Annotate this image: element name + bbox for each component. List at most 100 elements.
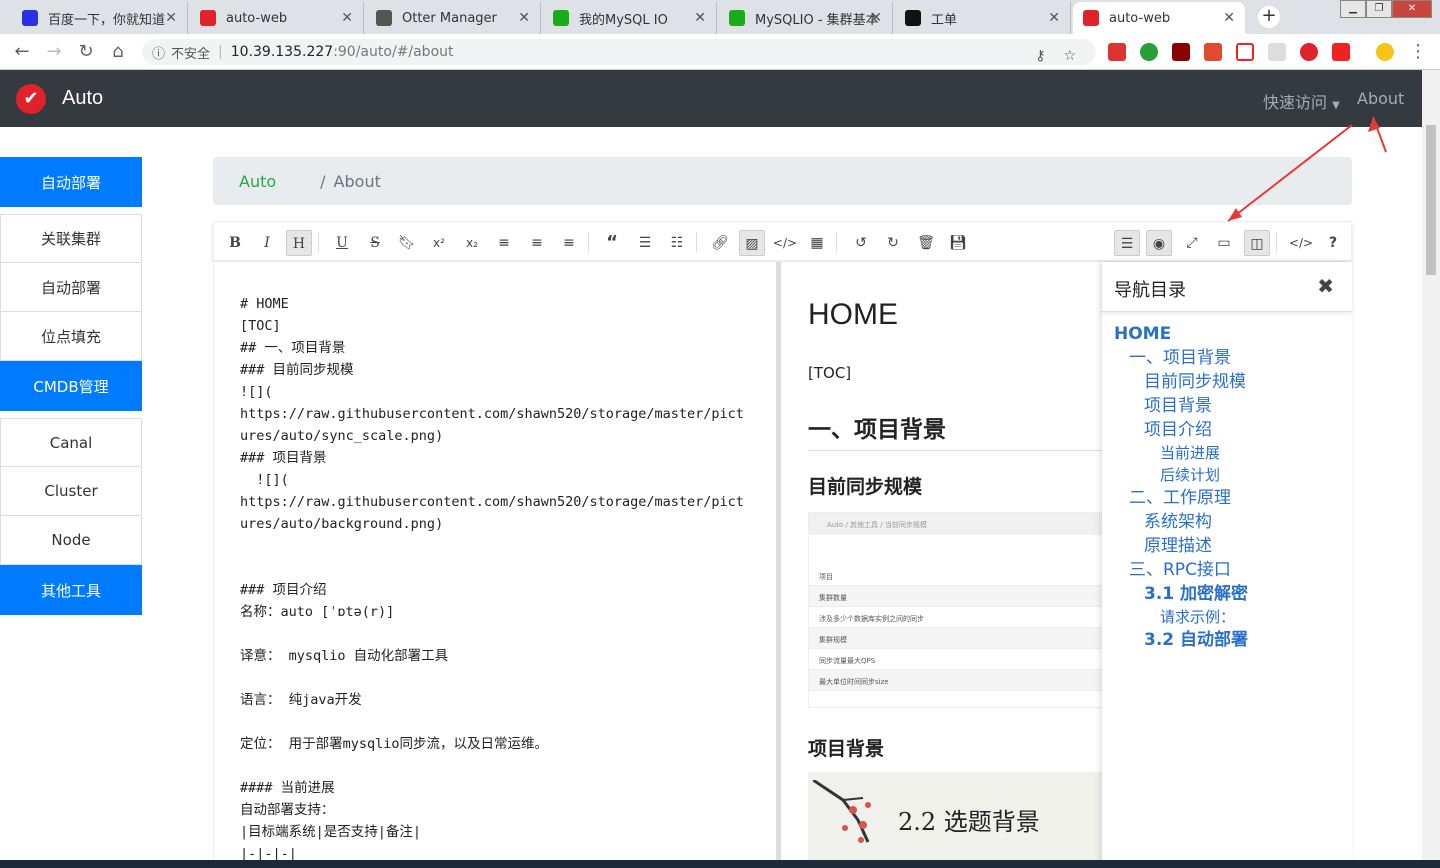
browser-tab[interactable]: Otter Manager ✕	[366, 2, 541, 34]
tab-close-icon[interactable]: ✕	[341, 10, 353, 26]
image-table-row: 最大单位时间同步size	[809, 670, 1102, 691]
sidebar-head-other-tools[interactable]: 其他工具	[0, 565, 142, 615]
heading-icon[interactable]: H	[286, 230, 312, 256]
image-icon[interactable]: ▨	[739, 230, 765, 256]
toc-item[interactable]: 后续计划	[1102, 464, 1352, 486]
toc-item[interactable]: 3.2 自动部署	[1102, 628, 1352, 652]
toc-item[interactable]: 目前同步规模	[1102, 370, 1352, 394]
toc-item[interactable]: 项目介绍	[1102, 418, 1352, 442]
toc-item[interactable]: HOME	[1102, 322, 1352, 346]
new-tab-icon[interactable]: +	[1258, 6, 1280, 28]
browser-tab[interactable]: auto-web ✕	[1073, 2, 1245, 34]
html-code-icon[interactable]: </>	[1288, 230, 1314, 256]
ublock-icon[interactable]	[1172, 43, 1190, 61]
quote-icon[interactable]: “	[599, 230, 625, 256]
align-left-icon[interactable]: ≡	[491, 230, 517, 256]
subfield-icon[interactable]: ◫	[1244, 230, 1270, 256]
tab-close-icon[interactable]: ✕	[518, 10, 530, 26]
tab-title: 我的MySQL IO	[579, 12, 668, 28]
weibo-icon[interactable]	[1236, 43, 1254, 61]
browser-tab[interactable]: 工单 ✕	[895, 2, 1071, 34]
page-scrollbar[interactable]	[1422, 70, 1440, 860]
extension-icon[interactable]	[1108, 43, 1126, 61]
home-icon[interactable]: ⌂	[108, 42, 128, 62]
info-icon[interactable]: ⓘ	[152, 43, 165, 62]
minimize-icon[interactable]: ▁	[1340, 0, 1366, 18]
sidebar-item-cluster[interactable]: Cluster	[0, 467, 142, 516]
browser-tab[interactable]: MySQLIO - 集群基本 ✕	[719, 2, 893, 34]
ordered-list-icon[interactable]: ☰	[632, 230, 658, 256]
breadcrumb-root-link[interactable]: Auto	[239, 172, 276, 191]
toc-item[interactable]: 当前进展	[1102, 442, 1352, 464]
subscript-icon[interactable]: x₂	[459, 230, 485, 256]
auto-logo-icon[interactable]: ✔	[16, 84, 46, 114]
strikethrough-icon[interactable]: S	[362, 230, 388, 256]
tab-close-icon[interactable]: ✕	[1048, 10, 1060, 26]
back-icon[interactable]: ←	[12, 42, 32, 62]
sidebar-item-node[interactable]: Node	[0, 516, 142, 565]
close-window-icon[interactable]: ✕	[1392, 0, 1432, 18]
underline-icon[interactable]: U	[329, 230, 355, 256]
reload-icon[interactable]: ↻	[76, 42, 96, 62]
undo-icon[interactable]: ↺	[848, 230, 874, 256]
menu-dots-icon[interactable]: ⋮	[1408, 42, 1428, 62]
align-center-icon[interactable]: ≡	[524, 230, 550, 256]
sidebar-head-cmdb[interactable]: CMDB管理	[0, 361, 142, 411]
scrollbar-thumb[interactable]	[1426, 125, 1436, 275]
tab-close-icon[interactable]: ✕	[870, 10, 882, 26]
close-icon[interactable]: ✖	[1317, 274, 1334, 298]
toc-item[interactable]: 3.1 加密解密	[1102, 582, 1352, 606]
superscript-icon[interactable]: x²	[426, 230, 452, 256]
toc-item[interactable]: 项目背景	[1102, 394, 1352, 418]
trash-icon[interactable]: 🗑︎	[913, 230, 939, 256]
tab-close-icon[interactable]: ✕	[694, 10, 706, 26]
sidebar-head-deploy[interactable]: 自动部署	[0, 157, 142, 207]
avatar[interactable]	[1376, 43, 1394, 61]
save-icon[interactable]: 💾︎	[945, 230, 971, 256]
restore-icon[interactable]: ❐	[1366, 0, 1392, 18]
reader-icon[interactable]	[1204, 43, 1222, 61]
about-link[interactable]: About	[1357, 89, 1404, 108]
code-icon[interactable]: </>	[772, 230, 798, 256]
quick-access-dropdown[interactable]: 快速访问 ▼	[1263, 89, 1340, 113]
sidebar-item-canal[interactable]: Canal	[0, 418, 142, 467]
toc-item[interactable]: 三、RPC接口	[1102, 558, 1352, 582]
browser-tab[interactable]: 百度一下，你就知道 ✕	[12, 2, 188, 34]
link-icon[interactable]: 🔗︎	[707, 230, 733, 256]
preview-eye-icon[interactable]: ◉	[1146, 230, 1172, 256]
brand-title[interactable]: Auto	[62, 87, 103, 110]
italic-icon[interactable]: I	[254, 230, 280, 256]
redo-icon[interactable]: ↻	[880, 230, 906, 256]
bookmark-icon[interactable]: 🔖︎	[394, 230, 420, 256]
evernote-icon[interactable]	[1140, 43, 1158, 61]
key-icon[interactable]: ⚷	[1035, 48, 1045, 64]
tab-close-icon[interactable]: ✕	[165, 10, 177, 26]
toc-item[interactable]: 系统架构	[1102, 510, 1352, 534]
bold-icon[interactable]: B	[222, 230, 248, 256]
browser-tab[interactable]: 我的MySQL IO ✕	[543, 2, 717, 34]
toc-item[interactable]: 原理描述	[1102, 534, 1352, 558]
align-right-icon[interactable]: ≡	[556, 230, 582, 256]
toc-item[interactable]: 一、项目背景	[1102, 346, 1352, 370]
help-icon[interactable]: ?	[1320, 230, 1346, 256]
read-mode-icon[interactable]: ▭	[1211, 230, 1237, 256]
markdown-editor[interactable]: # HOME [TOC] ## 一、项目背景 ### 目前同步规模 ![]( h…	[213, 262, 776, 868]
address-bar[interactable]: ⓘ 不安全 | 10.39.135.227:90/auto/#/about ⚷ …	[142, 39, 1096, 65]
table-icon[interactable]: ▦	[804, 230, 830, 256]
sidebar-item-auto-deploy[interactable]: 自动部署	[0, 263, 142, 312]
sidebar-item-position-fill[interactable]: 位点填充	[0, 312, 142, 361]
grid-extension-icon[interactable]	[1332, 43, 1350, 61]
markdown-source[interactable]: # HOME [TOC] ## 一、项目背景 ### 目前同步规模 ![]( h…	[240, 293, 744, 865]
navigation-icon[interactable]: ☰	[1114, 230, 1140, 256]
unordered-list-icon[interactable]: ☷	[664, 230, 690, 256]
browser-tab[interactable]: auto-web ✕	[190, 2, 364, 34]
toc-item[interactable]: 二、工作原理	[1102, 486, 1352, 510]
star-icon[interactable]: ☆	[1063, 48, 1076, 64]
s-extension-icon[interactable]	[1268, 43, 1286, 61]
toc-item[interactable]: 请求示例：	[1102, 606, 1352, 628]
auto-check-icon[interactable]	[1300, 43, 1318, 61]
tab-close-icon[interactable]: ✕	[1223, 10, 1235, 26]
forward-icon[interactable]: →	[44, 42, 64, 62]
sidebar-item-related-cluster[interactable]: 关联集群	[0, 214, 142, 263]
fullscreen-icon[interactable]: ⤢	[1179, 230, 1205, 256]
